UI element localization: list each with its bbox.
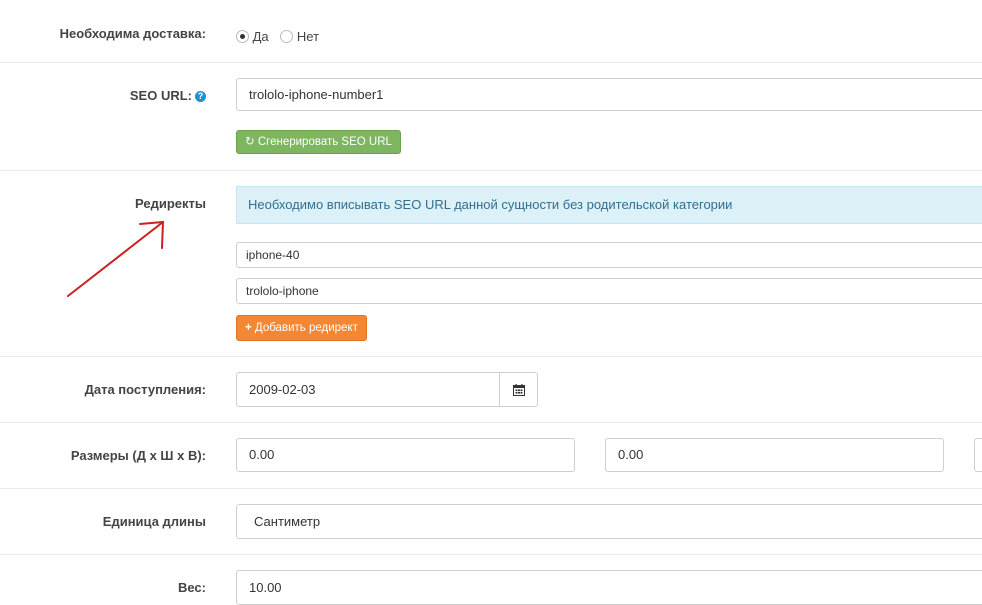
seo-url-input[interactable]: trololo-iphone-number1 — [236, 78, 982, 111]
add-redirect-button[interactable]: + Добавить редирект — [236, 315, 367, 341]
shipping-option-yes[interactable]: Да — [236, 29, 272, 44]
refresh-icon: ↻ — [245, 136, 255, 148]
dimension-width-input[interactable]: 0.00 — [605, 438, 944, 472]
shipping-row: Необходима доставка: Да Нет — [0, 0, 982, 63]
add-redirect-label: Добавить редирект — [254, 322, 358, 334]
plus-icon: + — [245, 322, 252, 334]
seo-label-text: SEO URL: — [129, 88, 192, 103]
radio-no-label: Нет — [296, 29, 320, 44]
seo-label: SEO URL:? — [130, 88, 206, 103]
redirect-input-2[interactable]: trololo-iphone — [236, 278, 982, 304]
length-unit-label: Единица длины — [102, 514, 206, 529]
question-circle-icon[interactable]: ? — [195, 91, 206, 102]
calendar-icon — [513, 384, 525, 396]
shipping-label: Необходима доставка: — [59, 26, 206, 41]
dimension-height-input[interactable] — [974, 438, 982, 472]
arrival-date-input[interactable]: 2009-02-03 — [236, 372, 500, 407]
arrival-label: Дата поступления: — [84, 382, 206, 397]
radio-yes-label: Да — [252, 29, 269, 44]
redirects-notice: Необходимо вписывать SEO URL данной сущн… — [236, 186, 982, 224]
redirects-label: Редиректы — [135, 196, 206, 211]
calendar-button[interactable] — [499, 372, 538, 407]
redirect-input-1[interactable]: iphone-40 — [236, 242, 982, 268]
weight-label: Вес: — [177, 580, 206, 595]
dimension-length-input[interactable]: 0.00 — [236, 438, 575, 472]
seo-row: SEO URL:? trololo-iphone-number1 ↻ Сгене… — [0, 62, 982, 171]
dimensions-label: Размеры (Д х Ш х В): — [70, 448, 206, 463]
generate-seo-button[interactable]: ↻ Сгенерировать SEO URL — [236, 130, 401, 154]
length-unit-select[interactable]: Сантиметр — [236, 504, 982, 539]
weight-input[interactable]: 10.00 — [236, 570, 982, 605]
shipping-radio-group: Да Нет — [236, 29, 319, 44]
generate-seo-label: Сгенерировать SEO URL — [257, 136, 392, 148]
shipping-option-no[interactable]: Нет — [280, 29, 319, 44]
radio-no[interactable] — [280, 30, 294, 43]
radio-yes[interactable] — [236, 30, 249, 43]
